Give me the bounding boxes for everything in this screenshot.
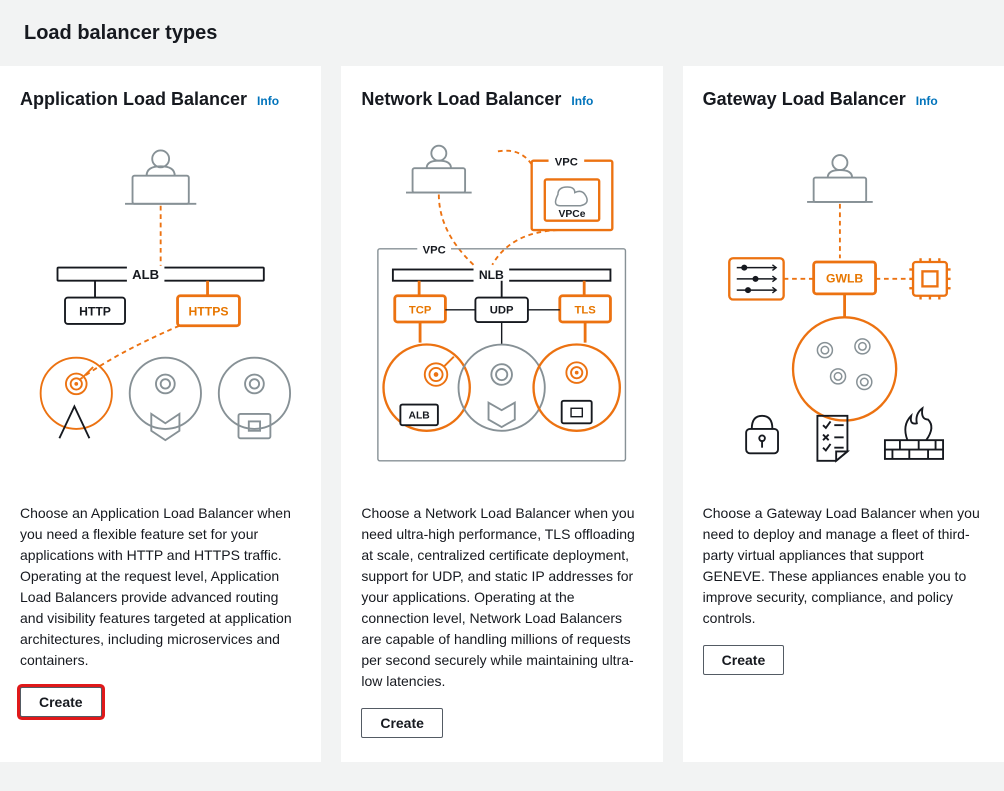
card-alb-desc: Choose an Application Load Balancer when…: [20, 503, 301, 671]
target-icon-2: [130, 358, 201, 441]
vpc-label-top: VPC: [555, 156, 578, 168]
user-icon: [125, 150, 196, 203]
target-icon: [41, 358, 112, 439]
card-gwlb-desc: Choose a Gateway Load Balancer when you …: [703, 503, 984, 629]
nlb-alb-label: ALB: [409, 411, 430, 422]
http-label: HTTP: [79, 304, 111, 318]
firewall-icon: [885, 408, 943, 459]
https-label: HTTPS: [189, 304, 229, 318]
nlb-bar-label: NLB: [479, 268, 504, 282]
card-nlb: Network Load Balancer Info VPC VPCe: [341, 66, 662, 762]
card-nlb-title: Network Load Balancer: [361, 86, 561, 113]
lb-type-grid: Application Load Balancer Info ALB: [0, 66, 1004, 782]
card-gwlb: Gateway Load Balancer Info: [683, 66, 1004, 762]
tcp-label: TCP: [409, 305, 432, 317]
vpce-label: VPCe: [559, 209, 586, 220]
diagram-gwlb: GWLB: [703, 127, 984, 487]
card-nlb-desc: Choose a Network Load Balancer when you …: [361, 503, 642, 692]
create-button-nlb[interactable]: Create: [361, 708, 443, 738]
nlb-target-1: ALB: [384, 345, 470, 431]
target-icon-3: [219, 358, 290, 439]
vpc-label-outer: VPC: [423, 245, 446, 257]
user-icon: [807, 155, 873, 202]
create-button-alb[interactable]: Create: [20, 687, 102, 717]
info-link-nlb[interactable]: Info: [571, 92, 593, 110]
nlb-target-3: [534, 345, 620, 431]
udp-label: UDP: [490, 305, 514, 317]
gwlb-target-circle: [793, 317, 896, 420]
diagram-alb: ALB HTTP HTTPS: [20, 127, 301, 487]
user-icon: [406, 146, 472, 193]
checklist-icon: [817, 416, 847, 461]
card-alb-title: Application Load Balancer: [20, 86, 247, 113]
alb-bar-label: ALB: [132, 267, 159, 282]
diagram-nlb: VPC VPCe VPC NLB: [361, 127, 642, 487]
tls-label: TLS: [575, 305, 597, 317]
gwlb-bar-label: GWLB: [826, 272, 863, 286]
lock-icon: [746, 416, 778, 454]
card-gwlb-title: Gateway Load Balancer: [703, 86, 906, 113]
info-link-alb[interactable]: Info: [257, 92, 279, 110]
nlb-target-2: [459, 345, 545, 431]
card-alb: Application Load Balancer Info ALB: [0, 66, 321, 762]
page-title: Load balancer types: [0, 0, 1004, 66]
create-button-gwlb[interactable]: Create: [703, 645, 785, 675]
chip-icon: [909, 258, 950, 299]
info-link-gwlb[interactable]: Info: [916, 92, 938, 110]
